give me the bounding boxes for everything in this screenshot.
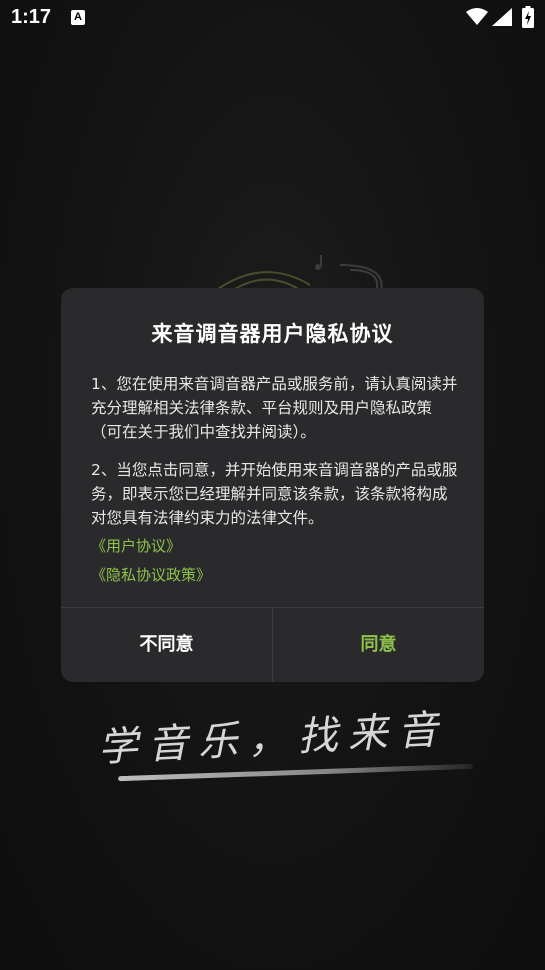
privacy-agreement-dialog: 来音调音器用户隐私协议 1、您在使用来音调音器产品或服务前，请认真阅读并充分理解…	[61, 288, 484, 682]
dialog-paragraph-2: 2、当您点击同意，并开始使用来音调音器的产品或服务，即表示您已经理解并同意该条款…	[91, 461, 458, 527]
agree-button[interactable]: 同意	[273, 608, 484, 682]
notification-a-icon: A	[71, 10, 85, 25]
wifi-icon	[466, 8, 488, 25]
status-time: 1:17	[11, 6, 52, 28]
user-agreement-link[interactable]: 《用户协议》	[91, 535, 181, 556]
disagree-button[interactable]: 不同意	[61, 608, 272, 682]
battery-charging-icon	[522, 6, 534, 28]
dialog-title: 来音调音器用户隐私协议	[151, 322, 394, 346]
status-bar: 1:17 A	[0, 0, 545, 36]
privacy-policy-link[interactable]: 《隐私协议政策》	[91, 564, 211, 585]
dialog-paragraph-1: 1、您在使用来音调音器产品或服务前，请认真阅读并充分理解相关法律条款、平台规则及…	[91, 375, 458, 441]
signal-icon	[492, 8, 512, 26]
